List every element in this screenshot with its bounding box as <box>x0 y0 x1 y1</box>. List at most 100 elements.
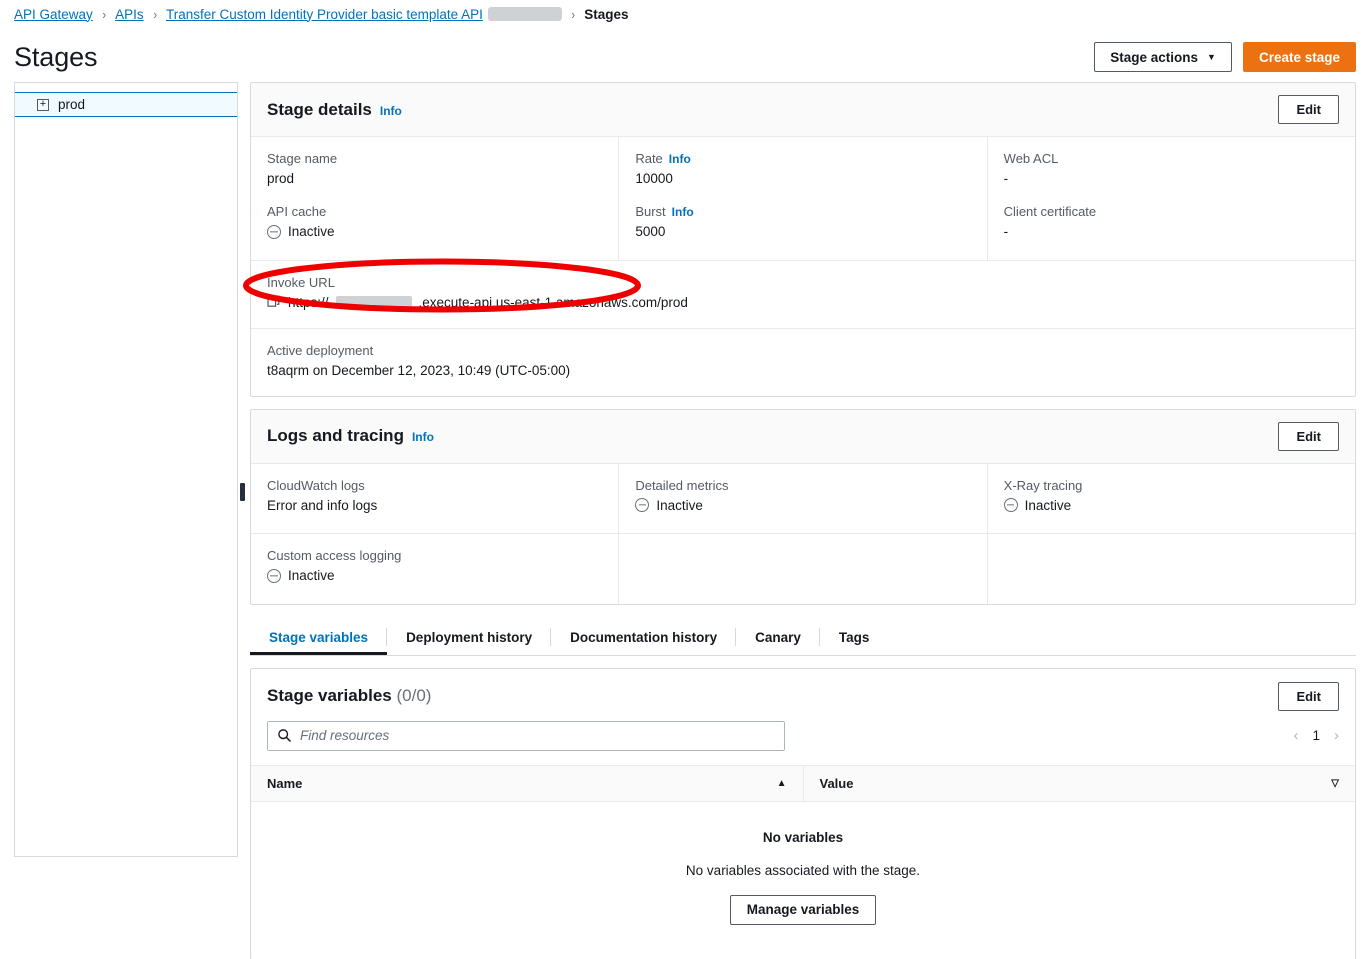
field-xray-tracing-label: X-Ray tracing <box>1004 478 1339 493</box>
stage-variables-header: Stage variables (0/0) Edit <box>251 669 1355 711</box>
field-web-acl-label: Web ACL <box>1004 151 1339 166</box>
field-custom-access-logging: Custom access logging Inactive <box>267 548 602 586</box>
breadcrumb-item-api-label[interactable]: Transfer Custom Identity Provider basic … <box>166 7 483 22</box>
stage-variables-table: Name ▲ Value ▽ <box>251 765 1355 959</box>
column-header-value[interactable]: Value ▽ <box>803 765 1355 801</box>
sidebar-item-prod[interactable]: + prod <box>15 92 237 117</box>
invoke-url-suffix: .execute-api.us-east-1.amazonaws.com/pro… <box>419 295 688 310</box>
page-title: Stages <box>14 42 97 73</box>
table-header-row: Name ▲ Value ▽ <box>251 765 1355 801</box>
field-custom-access-logging-label: Custom access logging <box>267 548 602 563</box>
stage-details-title-group: Stage details Info <box>267 100 402 120</box>
logs-column-1: CloudWatch logs Error and info logs <box>251 464 619 534</box>
field-burst-label: Burst <box>635 204 665 219</box>
tab-canary[interactable]: Canary <box>736 619 820 655</box>
sidebar-item-label: prod <box>58 97 85 112</box>
active-deployment-row: Active deployment t8aqrm on December 12,… <box>251 328 1355 396</box>
invoke-url-block: Invoke URL https:// .execute-api.us-east-… <box>251 261 1355 328</box>
page-header: Stages Stage actions ▼ Create stage <box>0 28 1370 82</box>
field-client-certificate-value: - <box>1004 224 1339 239</box>
stage-details-panel: Stage details Info Edit Stage name prod … <box>250 82 1356 397</box>
breadcrumb-separator-icon: › <box>571 7 575 22</box>
logs-column-4: Custom access logging Inactive <box>251 534 619 604</box>
stages-sidebar: + prod <box>14 82 238 857</box>
stage-details-fields: Stage name prod API cache Inactive <box>251 137 1355 260</box>
field-web-acl-value: - <box>1004 171 1339 186</box>
search-input[interactable] <box>267 721 785 751</box>
tab-documentation-history[interactable]: Documentation history <box>551 619 736 655</box>
logs-column-6 <box>988 534 1355 604</box>
logs-and-tracing-info-link[interactable]: Info <box>412 430 434 444</box>
burst-info-link[interactable]: Info <box>672 205 694 219</box>
stage-variables-panel: Stage variables (0/0) Edit ‹ 1 › <box>250 668 1356 959</box>
minus-circle-icon <box>635 498 649 512</box>
breadcrumb-item-apis[interactable]: APIs <box>115 7 144 22</box>
field-api-cache: API cache Inactive <box>267 204 602 242</box>
logs-and-tracing-panel: Logs and tracing Info Edit CloudWatch lo… <box>250 409 1356 605</box>
edit-stage-details-button[interactable]: Edit <box>1278 95 1339 124</box>
logs-and-tracing-header: Logs and tracing Info Edit <box>251 410 1355 464</box>
stage-details-column-1: Stage name prod API cache Inactive <box>251 137 619 260</box>
rate-info-link[interactable]: Info <box>669 152 691 166</box>
pagination: ‹ 1 › <box>1293 727 1339 744</box>
sidebar-resize-handle[interactable] <box>240 483 245 501</box>
field-web-acl: Web ACL - <box>1004 151 1339 186</box>
breadcrumb-item-api-gateway[interactable]: API Gateway <box>14 7 93 22</box>
field-stage-name-label: Stage name <box>267 151 602 166</box>
breadcrumb-item-api[interactable]: Transfer Custom Identity Provider basic … <box>166 7 562 22</box>
active-deployment-label: Active deployment <box>267 343 1339 358</box>
breadcrumb-item-stages: Stages <box>584 7 628 22</box>
stage-variables-title-group: Stage variables (0/0) <box>267 686 431 706</box>
column-header-value-label: Value <box>820 776 854 791</box>
empty-state: No variables No variables associated wit… <box>251 801 1355 959</box>
edit-logs-and-tracing-button[interactable]: Edit <box>1278 422 1339 451</box>
invoke-url-row: Invoke URL https:// .execute-api.us-east-… <box>251 260 1355 328</box>
sort-ascending-icon[interactable]: ▲ <box>777 778 787 789</box>
create-stage-button[interactable]: Create stage <box>1243 42 1356 72</box>
field-rate: Rate Info 10000 <box>635 151 970 186</box>
invoke-url-prefix: https:// <box>288 295 329 310</box>
invoke-url-label: Invoke URL <box>267 275 1339 290</box>
field-cloudwatch-logs-value: Error and info logs <box>267 498 602 513</box>
stage-details-header: Stage details Info Edit <box>251 83 1355 137</box>
column-header-name[interactable]: Name ▲ <box>251 765 803 801</box>
minus-circle-icon <box>1004 498 1018 512</box>
field-rate-value: 10000 <box>635 171 970 186</box>
expand-plus-icon[interactable]: + <box>37 99 49 111</box>
field-cloudwatch-logs: CloudWatch logs Error and info logs <box>267 478 602 513</box>
active-deployment-value: t8aqrm on December 12, 2023, 10:49 (UTC-… <box>267 363 1339 378</box>
redacted-api-id <box>488 7 562 21</box>
field-detailed-metrics-label: Detailed metrics <box>635 478 970 493</box>
empty-state-row: No variables No variables associated wit… <box>251 801 1355 959</box>
edit-stage-variables-button[interactable]: Edit <box>1278 682 1339 711</box>
field-rate-label: Rate <box>635 151 662 166</box>
field-burst-label-group: Burst Info <box>635 204 970 219</box>
field-detailed-metrics-status-text: Inactive <box>656 498 703 513</box>
logs-and-tracing-title: Logs and tracing <box>267 426 404 446</box>
field-xray-tracing: X-Ray tracing Inactive <box>1004 478 1339 516</box>
empty-state-title: No variables <box>267 830 1339 845</box>
field-burst-value: 5000 <box>635 224 970 239</box>
stage-actions-button[interactable]: Stage actions ▼ <box>1094 42 1232 72</box>
pagination-prev-button[interactable]: ‹ <box>1293 727 1298 744</box>
field-cloudwatch-logs-label: CloudWatch logs <box>267 478 602 493</box>
tab-tags[interactable]: Tags <box>820 619 889 655</box>
chevron-down-icon: ▼ <box>1207 53 1216 62</box>
field-detailed-metrics-value: Inactive <box>635 498 703 513</box>
logs-column-5 <box>619 534 987 604</box>
field-client-certificate: Client certificate - <box>1004 204 1339 239</box>
stage-details-info-link[interactable]: Info <box>380 104 402 118</box>
sort-descending-icon[interactable]: ▽ <box>1331 778 1339 789</box>
field-api-cache-value: Inactive <box>267 224 335 239</box>
tab-deployment-history[interactable]: Deployment history <box>387 619 551 655</box>
invoke-url-value: https:// .execute-api.us-east-1.amazonaws… <box>267 295 1339 310</box>
tab-stage-variables[interactable]: Stage variables <box>250 619 387 655</box>
minus-circle-icon <box>267 569 281 583</box>
field-stage-name-value: prod <box>267 171 602 186</box>
manage-variables-button[interactable]: Manage variables <box>730 895 877 925</box>
pagination-page-1[interactable]: 1 <box>1312 728 1320 743</box>
pagination-next-button[interactable]: › <box>1334 727 1339 744</box>
copy-icon[interactable] <box>267 295 281 309</box>
stage-variables-title: Stage variables <box>267 686 392 705</box>
logs-tracing-fields-row-1: CloudWatch logs Error and info logs Deta… <box>251 464 1355 534</box>
